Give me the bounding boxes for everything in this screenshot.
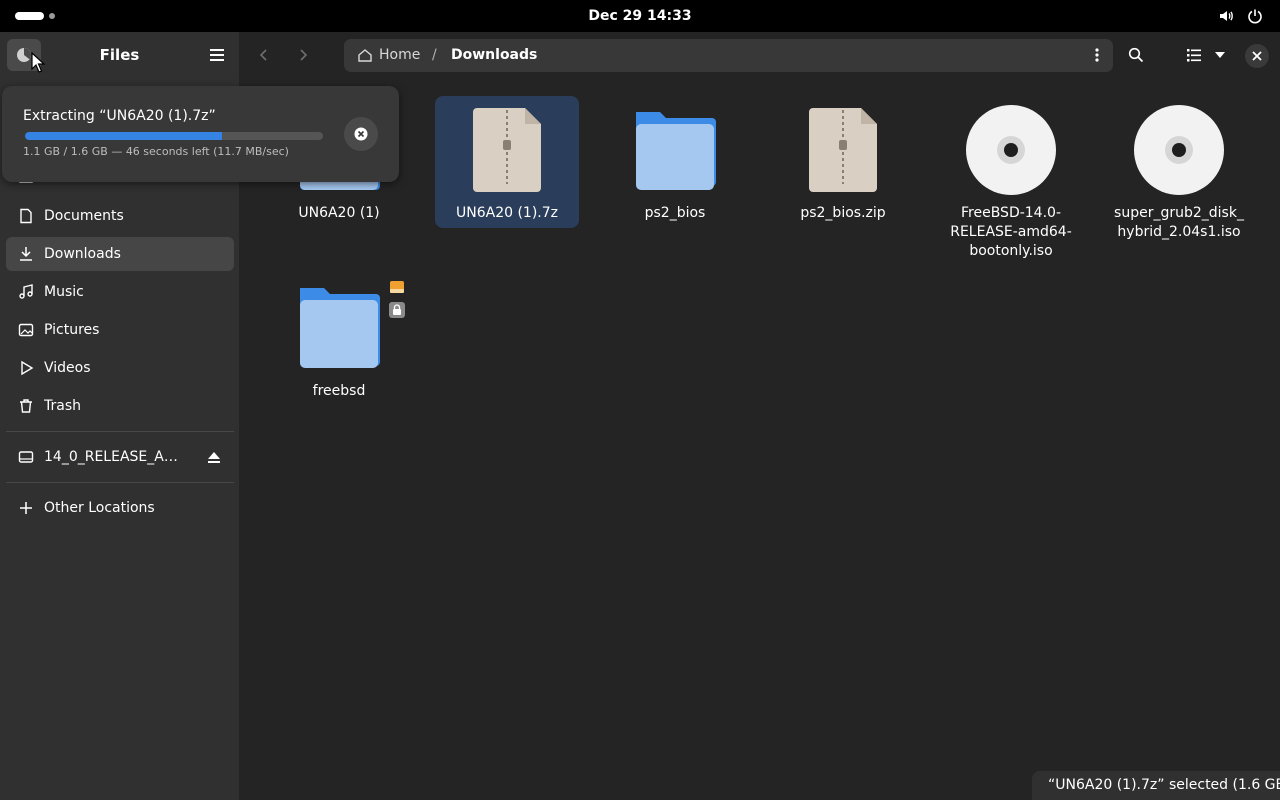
file-item-folder[interactable]: ps2_bios	[603, 96, 747, 228]
file-item-archive[interactable]: UN6A20 (1).7z	[435, 96, 579, 228]
eject-icon[interactable]	[206, 449, 222, 465]
sidebar-item-music[interactable]: Music	[6, 275, 234, 309]
close-window-button[interactable]	[1245, 44, 1269, 68]
cancel-operation-button[interactable]	[344, 117, 378, 151]
top-bar: Dec 29 14:33	[0, 0, 1280, 32]
file-name: freebsd	[312, 383, 366, 399]
sidebar-item-label: Music	[44, 284, 84, 300]
operation-progress-fill	[25, 132, 222, 140]
file-name: ps2_bios.zip	[800, 205, 886, 221]
video-icon	[21, 360, 34, 376]
sidebar-divider	[6, 482, 234, 483]
sidebar-item-documents[interactable]: Documents	[6, 199, 234, 233]
trash-icon	[20, 399, 32, 413]
chevron-down-icon	[1215, 52, 1225, 58]
search-icon	[1128, 47, 1144, 63]
file-item-archive[interactable]: ps2_bios.zip	[771, 96, 915, 228]
chevron-left-icon	[259, 49, 267, 61]
download-icon	[20, 247, 32, 261]
path-bar[interactable]: Home / Downloads	[344, 39, 1113, 72]
folder-icon	[636, 112, 716, 190]
hamburger-icon	[210, 49, 224, 61]
breadcrumb-current[interactable]: Downloads	[451, 39, 537, 72]
file-operations-popover: Extracting “UN6A20 (1).7z” 1.1 GB / 1.6 …	[2, 86, 399, 182]
sidebar-item-trash[interactable]: Trash	[6, 389, 234, 423]
drive-emblem-icon	[390, 281, 404, 293]
document-icon	[20, 208, 32, 224]
sidebar-item-downloads[interactable]: Downloads	[6, 237, 234, 271]
home-icon	[358, 49, 372, 62]
file-name: UN6A20 (1)	[298, 205, 380, 221]
drive-icon	[18, 451, 34, 463]
archive-icon	[473, 108, 541, 192]
forward-button[interactable]	[286, 39, 318, 71]
mouse-cursor-icon	[31, 52, 46, 73]
disc-icon	[1134, 105, 1224, 195]
close-icon	[1252, 51, 1262, 61]
back-button[interactable]	[247, 39, 279, 71]
file-item-folder[interactable]: freebsd	[267, 274, 411, 406]
volume-icon[interactable]	[1218, 8, 1234, 24]
search-button[interactable]	[1120, 39, 1152, 71]
sidebar-item-label: Documents	[44, 208, 124, 224]
cancel-icon	[354, 127, 368, 141]
operation-status: 1.1 GB / 1.6 GB — 46 seconds left (11.7 …	[23, 145, 289, 158]
power-icon[interactable]	[1247, 8, 1263, 24]
disc-icon	[966, 105, 1056, 195]
sidebar-item-label: Trash	[44, 398, 81, 414]
breadcrumb-separator: /	[432, 47, 437, 63]
file-name: ps2_bios	[644, 205, 706, 221]
operation-title: Extracting “UN6A20 (1).7z”	[23, 108, 216, 124]
picture-icon	[18, 323, 34, 337]
sidebar-item-drive[interactable]: 14_0_RELEASE_AMD64_BO	[6, 440, 234, 474]
chevron-right-icon	[300, 49, 308, 61]
sidebar-item-pictures[interactable]: Pictures	[6, 313, 234, 347]
sidebar-divider	[6, 431, 234, 432]
sidebar-item-other-locations[interactable]: Other Locations	[6, 491, 234, 525]
file-name: super_grub2_disk_hybrid_2.04s1.iso	[1114, 205, 1244, 240]
file-item-disc-image[interactable]: super_grub2_disk_hybrid_2.04s1.iso	[1107, 96, 1251, 246]
clock[interactable]: Dec 29 14:33	[0, 0, 1280, 32]
sidebar-item-label: 14_0_RELEASE_AMD64_BO	[44, 449, 189, 465]
file-name: UN6A20 (1).7z	[455, 205, 558, 221]
list-view-icon	[1187, 49, 1201, 62]
operation-progress-bar	[25, 132, 323, 140]
sidebar-item-videos[interactable]: Videos	[6, 351, 234, 385]
sidebar-item-label: Pictures	[44, 322, 100, 338]
lock-emblem-icon	[389, 302, 405, 318]
view-toggle-button[interactable]	[1178, 39, 1234, 71]
sidebar-item-label: Other Locations	[44, 500, 155, 516]
music-icon	[19, 284, 33, 299]
sidebar-item-label: Videos	[44, 360, 91, 376]
plus-icon	[20, 502, 32, 514]
breadcrumb-home[interactable]: Home	[379, 39, 420, 72]
more-options-icon[interactable]	[1089, 47, 1105, 63]
sidebar-item-label: Downloads	[44, 246, 121, 262]
file-item-disc-image[interactable]: FreeBSD-14.0-RELEASE-amd64-bootonly.iso	[939, 96, 1083, 266]
selection-status: “UN6A20 (1).7z” selected (1.6 GB)	[1032, 771, 1280, 800]
file-name: FreeBSD-14.0-RELEASE-amd64-bootonly.iso	[950, 205, 1072, 259]
archive-icon	[809, 108, 877, 192]
main-menu-button[interactable]	[201, 39, 233, 71]
